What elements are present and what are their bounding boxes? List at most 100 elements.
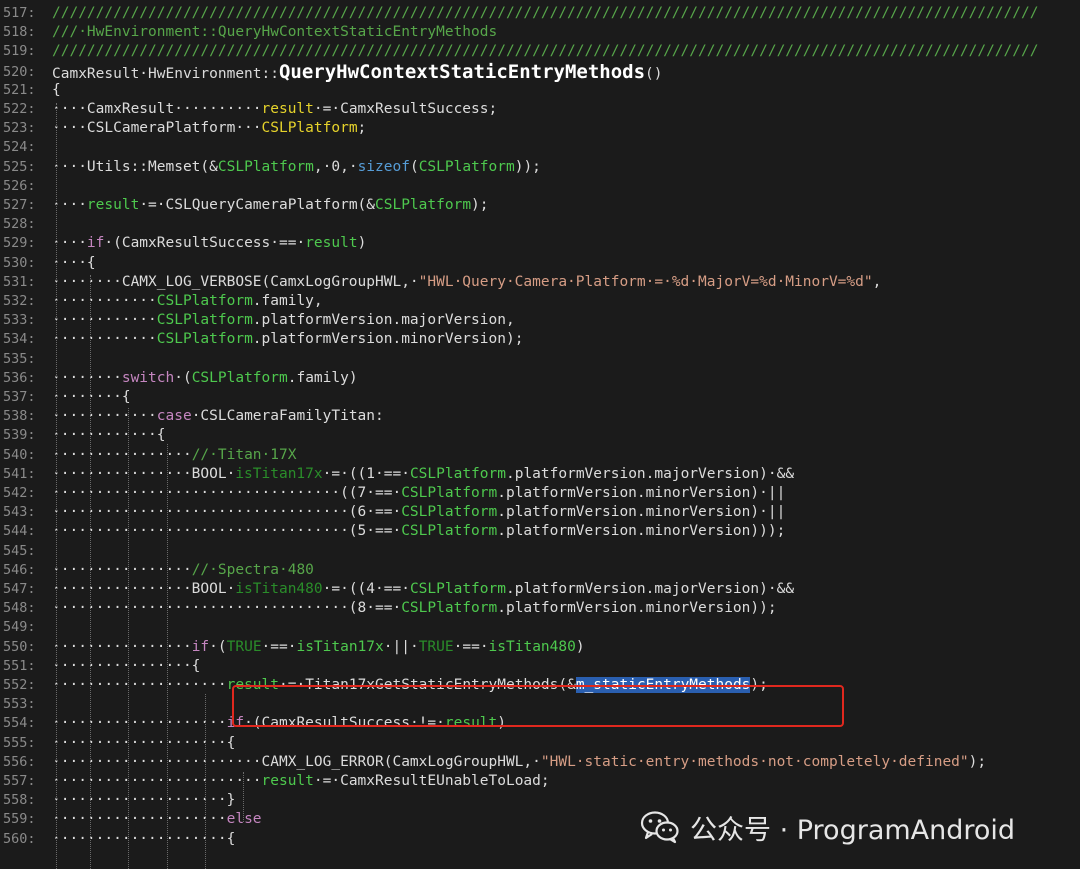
code-token: ········{: [52, 389, 131, 405]
code-text: ··································(5·==·…: [52, 522, 785, 541]
code-text: ····················}: [52, 791, 235, 810]
line-number: 540:: [3, 446, 36, 463]
code-token: switch: [121, 369, 175, 386]
line-number: 549:: [3, 619, 36, 636]
code-token: ·(: [209, 638, 227, 655]
code-text: ····{: [52, 254, 96, 273]
code-token: ················BOOL·: [52, 581, 236, 597]
line-number: 519:: [3, 43, 36, 60]
code-token: ············: [52, 408, 157, 425]
code-token: ·(: [174, 369, 192, 386]
code-text: ················if·(TRUE·==·isTitan17x·|…: [52, 638, 585, 657]
code-token: .platformVersion.minorVersion);: [252, 331, 524, 348]
code-token: ························: [52, 773, 262, 789]
code-token: //·Titan·17X: [191, 446, 297, 463]
code-text: ····CamxResult··········result·=·CamxRes…: [52, 100, 497, 119]
code-token: CSLPlatform: [156, 293, 253, 309]
code-token: ·=·CSLQueryCameraPlatform(&: [139, 197, 376, 213]
indent-guide: [167, 444, 168, 869]
code-token: CSLPlatform: [217, 158, 314, 175]
code-text: ////////////////////////////////////////…: [52, 42, 1038, 61]
code-token: ····Utils::Memset(&: [52, 158, 218, 175]
code-token: CSLPlatform: [191, 369, 288, 386]
code-token: ············{: [52, 427, 166, 444]
code-token: ························CAMX_LOG_ERROR(C…: [52, 753, 541, 770]
line-number: 526:: [3, 177, 36, 194]
code-text: ········{: [52, 388, 131, 407]
code-token: ,: [872, 273, 882, 290]
line-number: 543:: [3, 504, 36, 521]
line-number: 520:: [3, 63, 36, 80]
code-token: .platformVersion.minorVersion));: [497, 600, 777, 617]
code-token: ///·HwEnvironment::QueryHwContextStaticE…: [52, 24, 498, 41]
code-token: ): [357, 235, 367, 252]
code-token: ····{: [52, 254, 96, 271]
code-token: ·CSLCameraFamilyTitan:: [191, 408, 384, 425]
wechat-icon: [640, 811, 679, 844]
line-number: 538:: [3, 408, 36, 425]
code-text: ················BOOL·isTitan480·=·((4·==…: [52, 580, 794, 599]
code-token: isTitan480: [235, 581, 323, 597]
code-text: ····if·(CamxResultSuccess·==·result): [52, 234, 366, 253]
code-text: ············CSLPlatform.platformVersion.…: [52, 311, 515, 330]
code-text: ····················else: [52, 810, 262, 829]
code-token: ;: [357, 120, 367, 137]
code-token: if: [86, 235, 105, 252]
line-number: 547:: [3, 581, 36, 597]
code-token: ·==·: [261, 638, 297, 655]
code-token: QueryHwContextStaticEntryMethods: [278, 60, 646, 83]
watermark-text: 公众号 · ProgramAndroid: [690, 814, 1016, 846]
code-token: ·(CamxResultSuccess·==·: [104, 235, 306, 252]
code-token: ················: [52, 561, 192, 578]
code-token: ····················}: [52, 792, 236, 809]
code-token: {: [52, 81, 61, 98]
code-token: .platformVersion.minorVersion)));: [497, 523, 786, 540]
code-token: CSLPlatform: [409, 465, 506, 482]
code-text: ··································(6·==·…: [52, 503, 785, 522]
line-number: 522:: [3, 101, 36, 117]
code-token: ············: [52, 331, 157, 348]
code-token: sizeof: [357, 158, 410, 175]
code-token: ·································((7·==·: [52, 485, 402, 501]
code-text: ····Utils::Memset(&CSLPlatform,·0,·sizeo…: [52, 158, 541, 177]
code-text: ················//·Titan·17X: [52, 446, 296, 465]
code-token: CSLPlatform: [418, 158, 515, 175]
indent-guide: [205, 694, 206, 869]
code-text: ············{: [52, 426, 166, 445]
code-token: .platformVersion.majorVersion,: [252, 312, 515, 329]
code-text: ················//·Spectra·480: [52, 561, 314, 580]
code-text: ········CAMX_LOG_VERBOSE(CamxLogGroupHWL…: [52, 273, 881, 292]
code-editor[interactable]: 517: ////////////////////////////////////…: [0, 0, 1080, 869]
code-token: if: [191, 638, 210, 655]
line-number: 558:: [3, 792, 36, 809]
line-number: 541:: [3, 465, 36, 482]
code-token: ··································(5·==·: [52, 523, 402, 540]
code-token: ·||·: [383, 638, 419, 655]
code-text: ··································(8·==·…: [52, 599, 777, 618]
code-token: CSLPlatform: [401, 523, 498, 540]
code-token: CSLPlatform: [401, 600, 498, 617]
line-number: 539:: [3, 427, 36, 444]
code-token: isTitan480: [488, 638, 576, 655]
code-text: ····················{: [52, 830, 235, 849]
highlight-box: [232, 685, 844, 727]
code-token: TRUE: [418, 638, 454, 655]
line-number: 556:: [3, 753, 36, 770]
code-token: ··································(8·==·: [52, 600, 402, 617]
code-token: ····: [52, 197, 87, 213]
line-number: 554:: [3, 715, 36, 732]
code-token: ····CSLCameraPlatform···: [52, 120, 262, 137]
code-token: ////////////////////////////////////////…: [52, 5, 1039, 21]
code-text: CamxResult·HwEnvironment::QueryHwContext…: [52, 60, 663, 85]
line-number: 551:: [3, 657, 36, 674]
code-token: ········: [52, 369, 122, 386]
code-token: CSLPlatform: [261, 120, 358, 137]
code-text: ················BOOL·isTitan17x·=·((1·==…: [52, 465, 794, 484]
code-token: ·==·: [453, 638, 489, 655]
code-token: .platformVersion.majorVersion)·&&: [505, 465, 795, 482]
code-token: isTitan17x: [296, 638, 384, 655]
code-token: ····················{: [52, 734, 236, 751]
line-number: 535:: [3, 350, 36, 367]
code-token: ////////////////////////////////////////…: [52, 43, 1039, 60]
code-token: );: [471, 197, 489, 213]
